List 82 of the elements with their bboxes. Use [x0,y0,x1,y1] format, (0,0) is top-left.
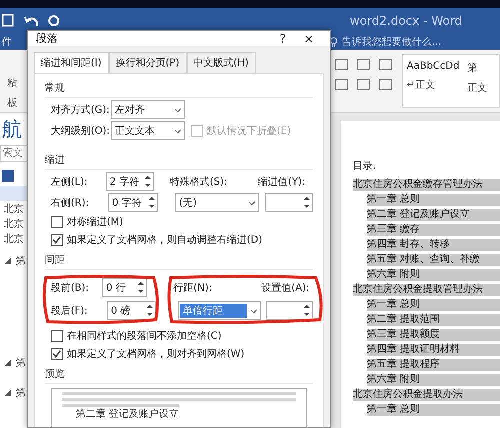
spin-arrows-icon[interactable] [302,302,312,319]
toc-entry[interactable]: 第五章 提取程序 [367,358,500,370]
dropdown[interactable]: 单倍行距 [178,301,261,320]
style-preview[interactable]: 第 [468,61,488,75]
tab[interactable]: 缩进和间距(I) [34,52,109,73]
spin-field[interactable]: 2 字符 [106,172,154,191]
toc-entry[interactable]: 第二章 登记及账户设立 [367,208,500,220]
toc-entry[interactable]: 第六章 附则 [367,374,500,386]
dialog-title: 段落 [36,31,59,46]
field-label: 段后(F): [50,304,89,318]
nav-item[interactable]: 第 [16,356,26,370]
spin-arrows-icon[interactable] [142,173,152,190]
toc-entry[interactable]: 北京住房公积金提取办法 [353,388,500,400]
window-title: word2.docx - Word [350,14,462,28]
checkbox-label[interactable]: 如果定义了文档网格，则对齐到网格(W) [67,347,245,361]
field-label: 对齐方式(G): [50,104,111,116]
preview-sample: 第二章 登记及账户设立 [75,409,180,421]
ribbon-label: 粘 [8,76,18,90]
toc-entry[interactable]: 第三章 提取额度 [367,328,500,340]
ribbon-label: 板 [8,96,18,110]
checkbox[interactable] [51,234,63,246]
check-icon [52,235,62,245]
field-label: 缩进值(Y): [257,176,306,188]
toc-entry[interactable]: 第四章 封存、转移 [367,238,500,250]
collapse-triangle-icon[interactable] [4,359,12,367]
spin-arrows-icon[interactable] [147,194,158,211]
dropdown[interactable]: 正文文本 [111,121,185,140]
lightbulb-icon [330,36,338,46]
toc-entry[interactable]: 北京住房公积金提取管理办法 [353,284,500,296]
tell-me-field[interactable]: 告诉我您想要做什么... [330,34,442,48]
checkbox[interactable] [51,348,63,360]
spin-arrows-icon[interactable] [144,302,155,319]
nav-item[interactable]: 第 [16,254,26,268]
field-label: 行距(N): [172,282,214,294]
field-label: 特殊格式(S): [170,176,228,188]
field-label: 段前(B): [50,282,90,294]
tab[interactable]: 中文版式(H) [186,52,256,73]
close-button[interactable]: × [296,32,322,46]
toc-title: 目录. [353,160,378,173]
undo-icon[interactable] [24,14,38,26]
checkbox-label[interactable]: 如果定义了文档网格，则自动调整右缩进(D) [67,233,263,247]
checkbox-label[interactable]: 对称缩进(M) [67,215,124,229]
toc-entry[interactable]: 第四章 提取证明材料 [367,344,500,356]
save-icon[interactable] [2,14,14,27]
toc-entry[interactable]: 第三章 缴存 [367,224,500,236]
toc-entry[interactable]: 第一章 总则 [367,298,500,310]
field-label: 左侧(L): [50,176,89,188]
toc-entry[interactable]: 第一章 总则 [367,194,500,206]
spin-field[interactable]: 0 磅 [107,301,156,320]
pane-title: 航 [2,117,22,141]
section-title: 预览 [45,367,313,384]
spin-field[interactable] [265,193,313,212]
section-title: 常规 [45,81,313,98]
section-title: 间距 [45,253,313,270]
toc-entry[interactable]: 第一章 总则 [367,404,500,416]
field-label: 大纲级别(O): [50,124,111,138]
field-label: 右侧(R): [50,196,90,210]
toc-entry[interactable]: 第二章 提取范围 [367,314,500,326]
dropdown[interactable]: 左对齐 [111,100,185,119]
style-name[interactable]: 正文 [468,81,488,95]
style-preview[interactable]: AaBbCcDd [407,61,460,72]
tab[interactable]: 换行和分页(P) [108,52,187,73]
toc-entry[interactable]: 第五章 对账、查询、补缴 [367,254,500,266]
field-label: 设置值(A): [260,282,311,294]
collapse-triangle-icon[interactable] [4,389,12,397]
toc-entry[interactable]: 第六章 附则 [367,268,500,280]
toc-entry[interactable]: 北京住房公积金缴存管理办法 [353,178,500,190]
style-name[interactable]: ↵正文 [407,78,460,92]
checkbox[interactable] [51,216,63,228]
help-button[interactable]: ? [270,32,296,46]
spin-arrows-icon[interactable] [136,279,146,296]
spin-field[interactable]: 0 字符 [108,193,158,212]
section-title: 缩进 [45,153,313,170]
collapse-triangle-icon[interactable] [4,257,12,265]
nav-item[interactable]: 第 [16,386,26,400]
spin-field[interactable]: 0 行 [102,278,148,297]
checkbox[interactable] [51,330,63,342]
check-icon [52,349,62,359]
checkbox-label[interactable]: 在相同样式的段落间不添加空格(C) [67,329,222,343]
spin-field[interactable] [266,301,313,320]
spin-arrows-icon[interactable] [302,194,312,211]
dropdown[interactable]: (无) [175,193,260,212]
